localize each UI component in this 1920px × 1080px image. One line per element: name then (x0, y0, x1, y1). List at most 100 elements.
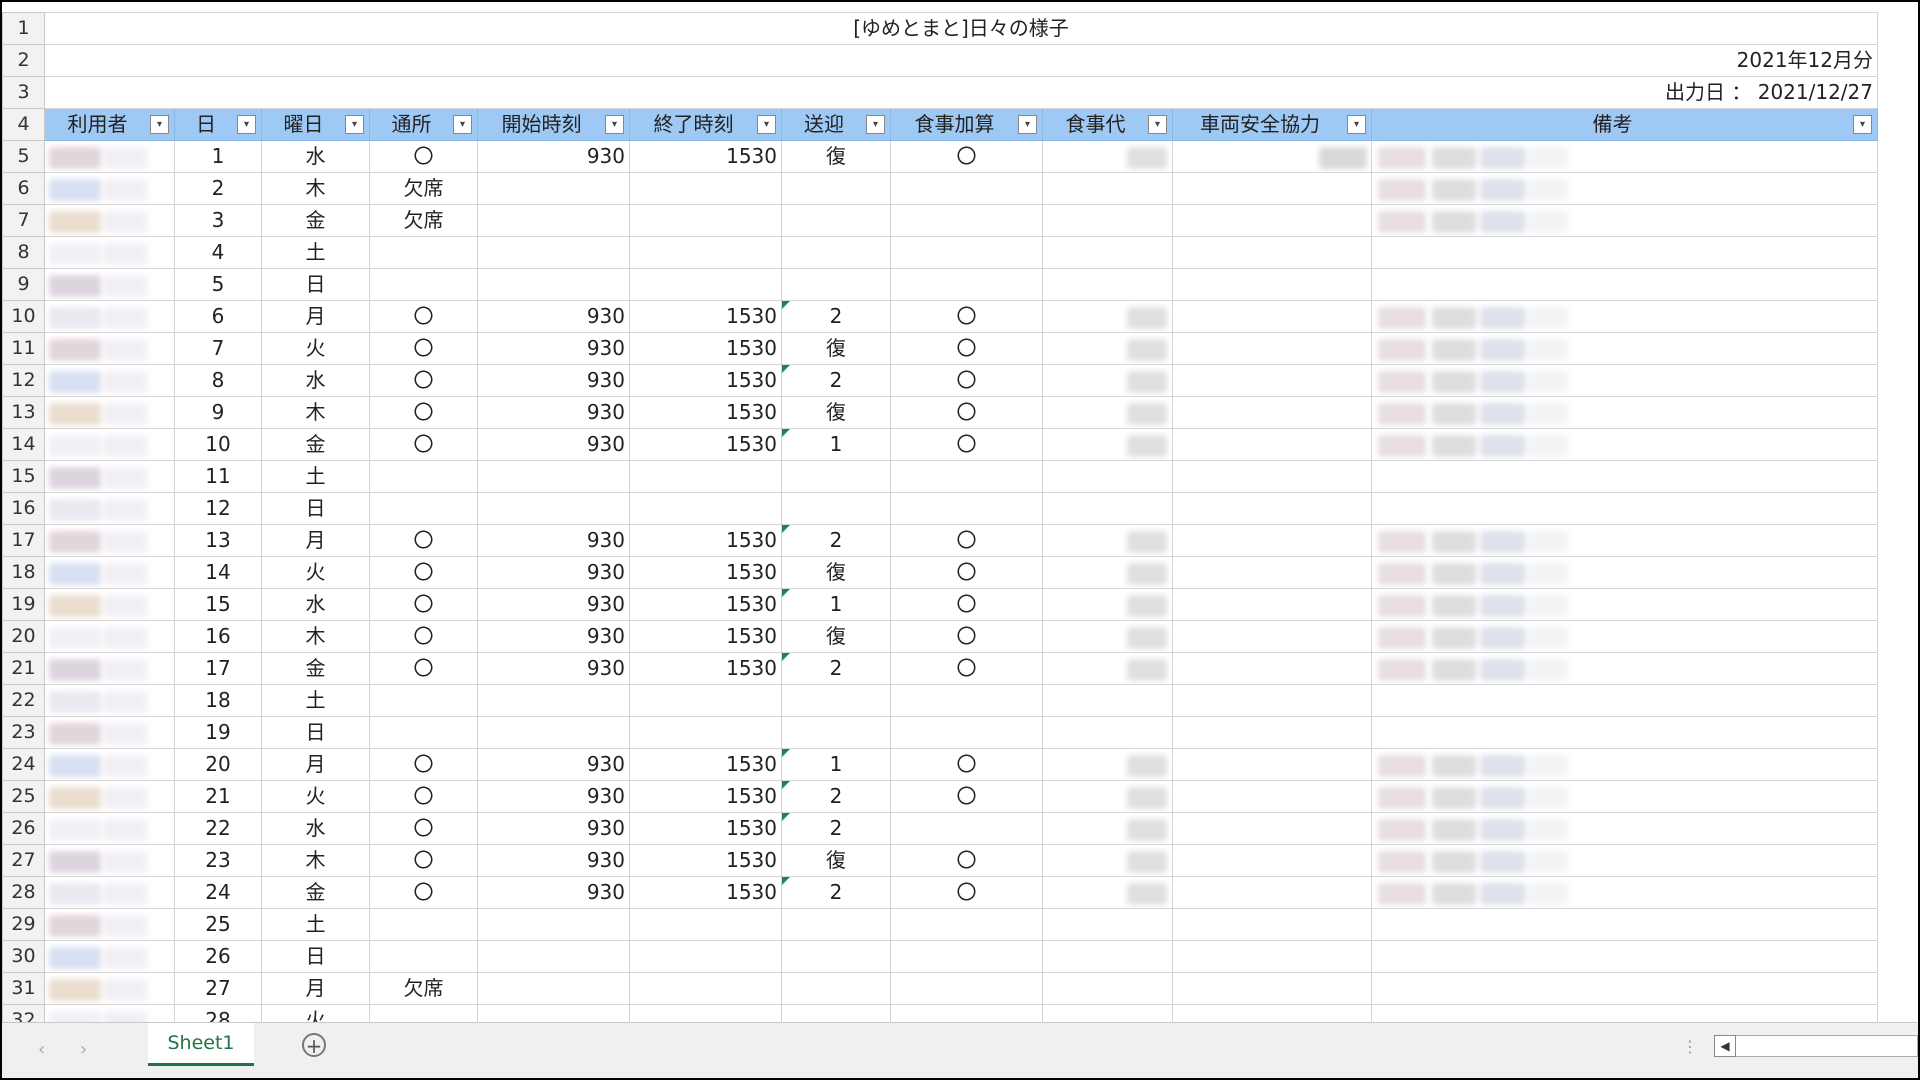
row-header[interactable]: 19 (2, 588, 45, 621)
row-header[interactable]: 4 (2, 108, 45, 141)
weekday-cell[interactable]: 日 (261, 492, 370, 525)
filter-dropdown-icon[interactable]: ▾ (1347, 115, 1366, 134)
column-header[interactable]: 日 ▾ (174, 108, 262, 141)
weekday-cell[interactable]: 水 (261, 588, 370, 621)
notes-cell[interactable] (1371, 140, 1878, 173)
start-time-cell[interactable] (477, 236, 630, 269)
meal-fee-cell[interactable] (1042, 972, 1173, 1005)
meal-addition-cell[interactable] (890, 972, 1043, 1005)
row-header[interactable]: 21 (2, 652, 45, 685)
month-label[interactable]: 2021年12月分 (44, 44, 1878, 77)
day-cell[interactable]: 28 (174, 1004, 262, 1022)
vehicle-safety-cell[interactable] (1172, 524, 1372, 557)
meal-addition-cell[interactable] (890, 908, 1043, 941)
weekday-cell[interactable]: 土 (261, 684, 370, 717)
filter-dropdown-icon[interactable]: ▾ (605, 115, 624, 134)
meal-fee-cell[interactable] (1042, 716, 1173, 749)
day-cell[interactable]: 19 (174, 716, 262, 749)
transport-cell[interactable]: 2 (781, 524, 891, 557)
start-time-cell[interactable]: 930 (477, 780, 630, 813)
tab-sheet1[interactable]: Sheet1 (148, 1023, 254, 1066)
start-time-cell[interactable]: 930 (477, 524, 630, 557)
start-time-cell[interactable] (477, 684, 630, 717)
meal-fee-cell[interactable] (1042, 652, 1173, 685)
notes-cell[interactable] (1371, 940, 1878, 973)
vehicle-safety-cell[interactable] (1172, 940, 1372, 973)
attendance-cell[interactable] (369, 1004, 478, 1022)
day-cell[interactable]: 20 (174, 748, 262, 781)
start-time-cell[interactable]: 930 (477, 364, 630, 397)
start-time-cell[interactable] (477, 908, 630, 941)
end-time-cell[interactable] (629, 940, 782, 973)
transport-cell[interactable] (781, 172, 891, 205)
user-cell[interactable] (44, 140, 175, 173)
notes-cell[interactable] (1371, 844, 1878, 877)
transport-cell[interactable] (781, 204, 891, 237)
weekday-cell[interactable]: 土 (261, 460, 370, 493)
row-header[interactable]: 20 (2, 620, 45, 653)
meal-addition-cell[interactable]: 〇 (890, 428, 1043, 461)
meal-addition-cell[interactable] (890, 812, 1043, 845)
vehicle-safety-cell[interactable] (1172, 140, 1372, 173)
notes-cell[interactable] (1371, 332, 1878, 365)
vehicle-safety-cell[interactable] (1172, 332, 1372, 365)
row-header[interactable]: 6 (2, 172, 45, 205)
day-cell[interactable]: 26 (174, 940, 262, 973)
weekday-cell[interactable]: 日 (261, 940, 370, 973)
row-header[interactable]: 23 (2, 716, 45, 749)
meal-fee-cell[interactable] (1042, 748, 1173, 781)
weekday-cell[interactable]: 金 (261, 652, 370, 685)
user-cell[interactable] (44, 364, 175, 397)
row-header[interactable]: 11 (2, 332, 45, 365)
transport-cell[interactable]: 2 (781, 300, 891, 333)
notes-cell[interactable] (1371, 748, 1878, 781)
user-cell[interactable] (44, 588, 175, 621)
weekday-cell[interactable]: 土 (261, 908, 370, 941)
row-header[interactable]: 26 (2, 812, 45, 845)
attendance-cell[interactable]: 〇 (369, 396, 478, 429)
transport-cell[interactable]: 2 (781, 780, 891, 813)
day-cell[interactable]: 4 (174, 236, 262, 269)
filter-dropdown-icon[interactable]: ▾ (237, 115, 256, 134)
day-cell[interactable]: 13 (174, 524, 262, 557)
vehicle-safety-cell[interactable] (1172, 268, 1372, 301)
meal-fee-cell[interactable] (1042, 556, 1173, 589)
day-cell[interactable]: 24 (174, 876, 262, 909)
end-time-cell[interactable]: 1530 (629, 364, 782, 397)
meal-addition-cell[interactable]: 〇 (890, 364, 1043, 397)
meal-fee-cell[interactable] (1042, 780, 1173, 813)
row-header[interactable]: 13 (2, 396, 45, 429)
end-time-cell[interactable] (629, 684, 782, 717)
user-cell[interactable] (44, 876, 175, 909)
user-cell[interactable] (44, 300, 175, 333)
meal-addition-cell[interactable]: 〇 (890, 620, 1043, 653)
user-cell[interactable] (44, 652, 175, 685)
end-time-cell[interactable]: 1530 (629, 876, 782, 909)
attendance-cell[interactable]: 〇 (369, 524, 478, 557)
weekday-cell[interactable]: 金 (261, 204, 370, 237)
meal-fee-cell[interactable] (1042, 492, 1173, 525)
weekday-cell[interactable]: 月 (261, 300, 370, 333)
attendance-cell[interactable] (369, 684, 478, 717)
start-time-cell[interactable]: 930 (477, 396, 630, 429)
start-time-cell[interactable]: 930 (477, 620, 630, 653)
day-cell[interactable]: 5 (174, 268, 262, 301)
transport-cell[interactable]: 1 (781, 748, 891, 781)
day-cell[interactable]: 18 (174, 684, 262, 717)
column-header[interactable]: 通所 ▾ (369, 108, 478, 141)
day-cell[interactable]: 3 (174, 204, 262, 237)
transport-cell[interactable] (781, 908, 891, 941)
row-header[interactable]: 24 (2, 748, 45, 781)
attendance-cell[interactable]: 〇 (369, 364, 478, 397)
meal-addition-cell[interactable] (890, 204, 1043, 237)
attendance-cell[interactable]: 〇 (369, 332, 478, 365)
weekday-cell[interactable]: 日 (261, 716, 370, 749)
column-header[interactable]: 送迎 ▾ (781, 108, 891, 141)
end-time-cell[interactable]: 1530 (629, 652, 782, 685)
transport-cell[interactable] (781, 940, 891, 973)
vehicle-safety-cell[interactable] (1172, 812, 1372, 845)
attendance-cell[interactable]: 〇 (369, 300, 478, 333)
row-header[interactable]: 2 (2, 44, 45, 77)
vehicle-safety-cell[interactable] (1172, 876, 1372, 909)
day-cell[interactable]: 1 (174, 140, 262, 173)
